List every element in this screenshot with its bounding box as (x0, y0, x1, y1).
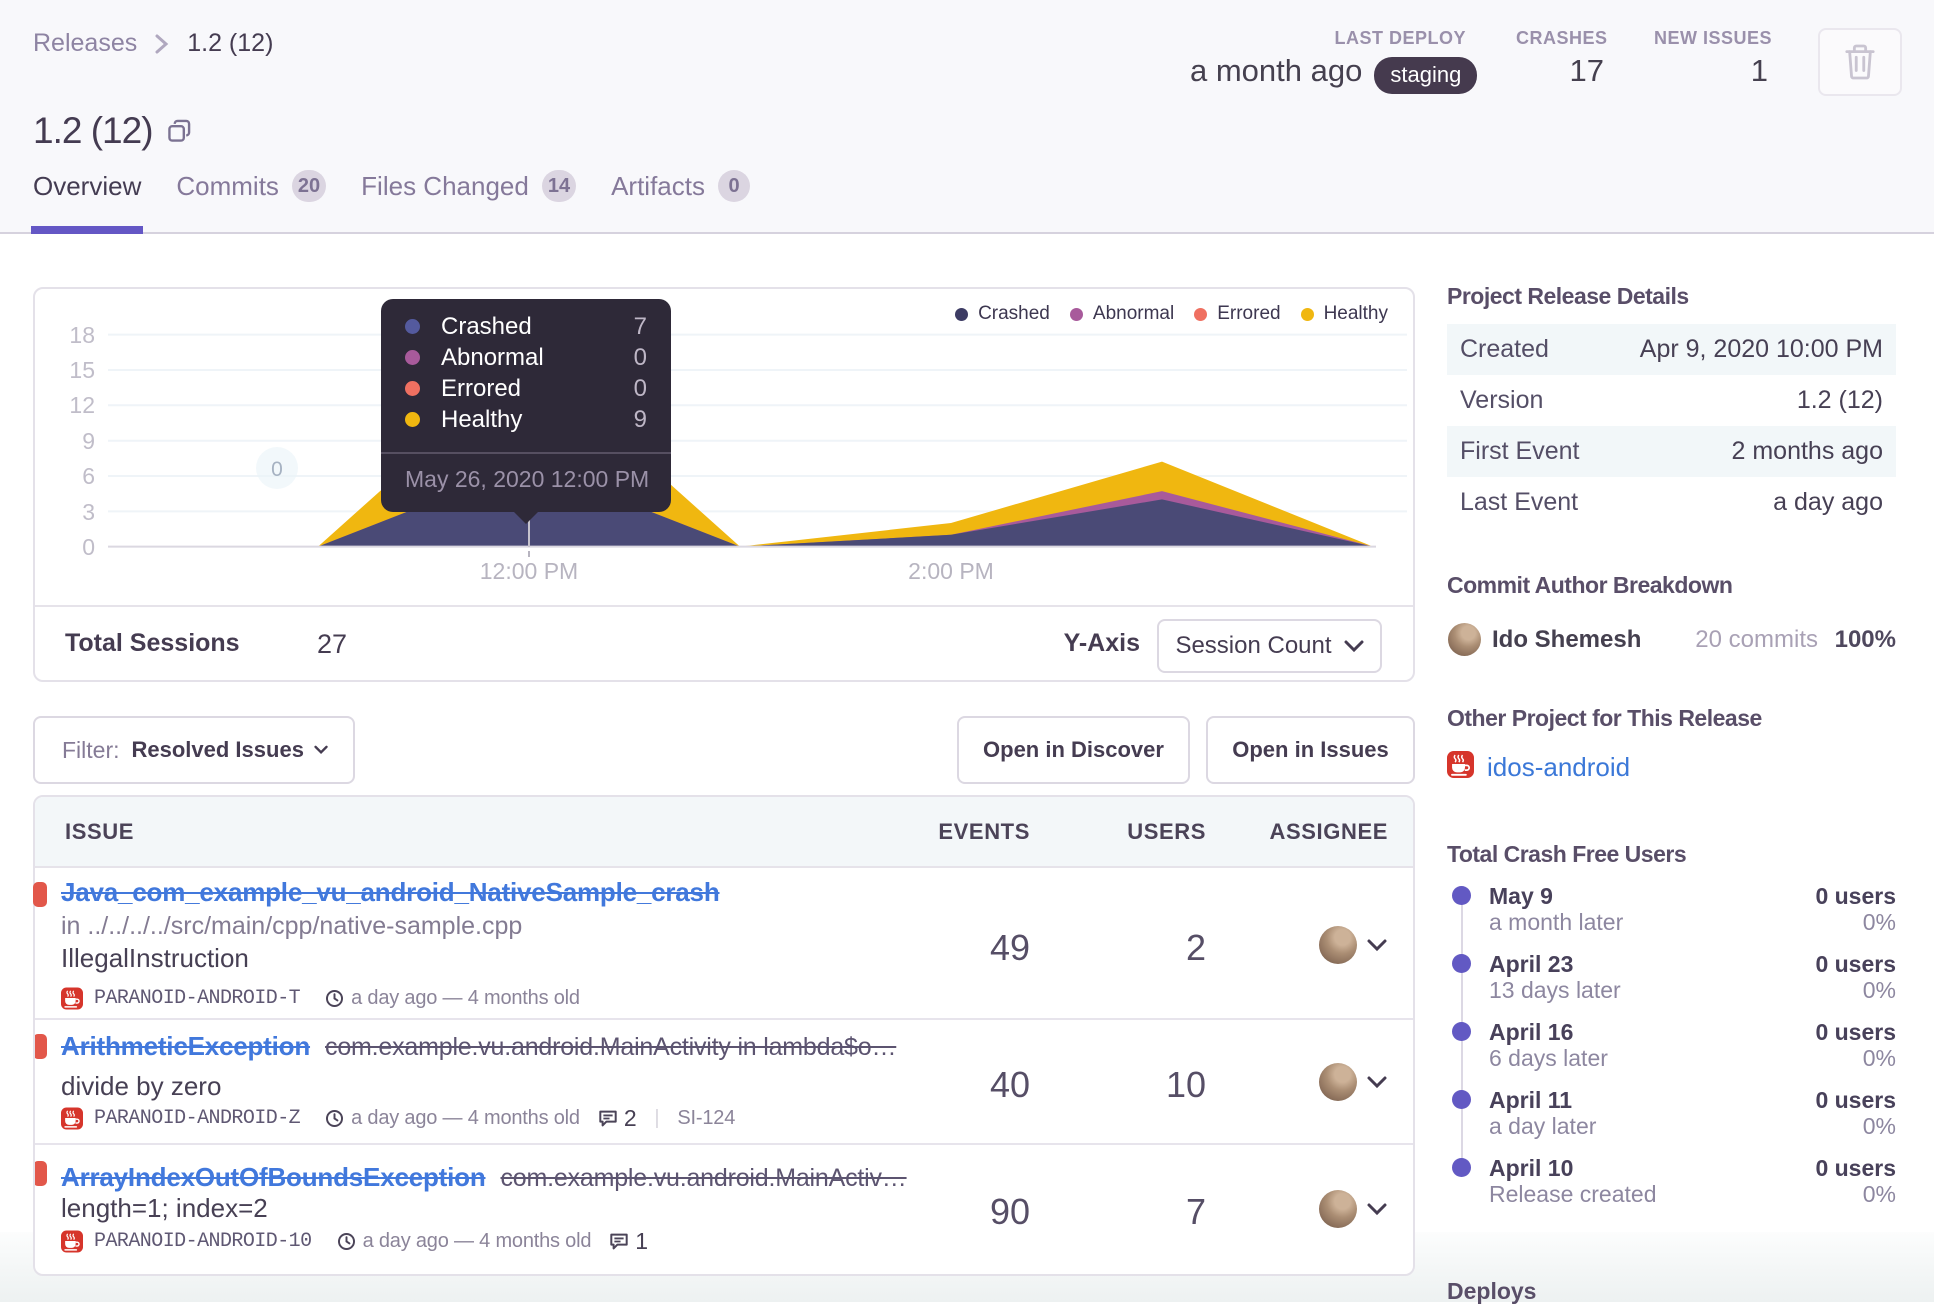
svg-text:15: 15 (69, 357, 95, 383)
svg-text:6: 6 (82, 463, 95, 489)
svg-text:2:00 PM: 2:00 PM (908, 558, 994, 584)
svg-text:12: 12 (69, 392, 95, 418)
svg-text:0: 0 (82, 534, 95, 560)
svg-text:0: 0 (271, 458, 283, 481)
svg-text:12:00 PM: 12:00 PM (480, 558, 578, 584)
svg-text:9: 9 (82, 428, 95, 454)
svg-text:18: 18 (69, 322, 95, 348)
svg-text:3: 3 (82, 499, 95, 525)
